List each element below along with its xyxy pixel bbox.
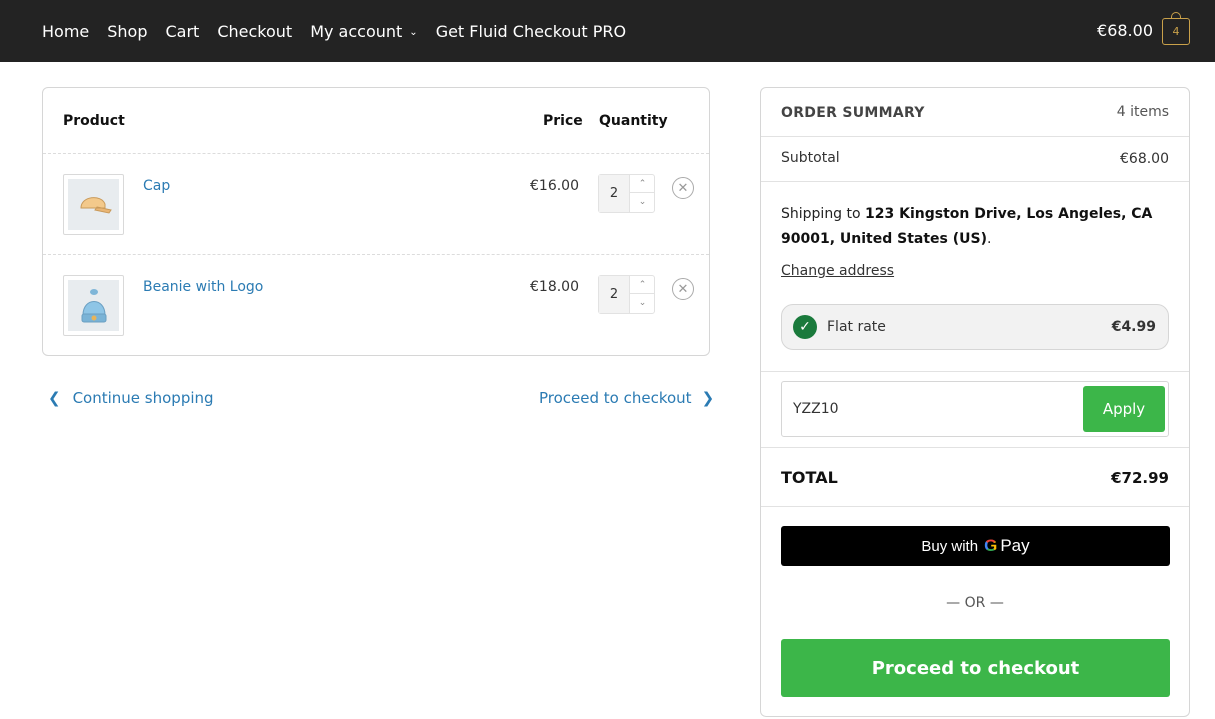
- cap-thumbnail[interactable]: [63, 174, 124, 235]
- google-g-icon: G: [984, 536, 998, 555]
- product-link-cap[interactable]: Cap: [143, 178, 170, 194]
- nav-shop[interactable]: Shop: [107, 22, 147, 41]
- total-value: €72.99: [1111, 469, 1169, 487]
- chevron-right-icon: ❯: [701, 389, 715, 407]
- proceed-link-label: Proceed to checkout: [539, 389, 692, 407]
- change-address-link[interactable]: Change address: [781, 263, 894, 279]
- subtotal-label: Subtotal: [781, 150, 840, 166]
- quantity-stepper-beanie[interactable]: 2 ⌃ ⌄: [598, 275, 655, 314]
- total-label: TOTAL: [781, 468, 838, 487]
- quantity-input-cap[interactable]: 2: [599, 175, 629, 212]
- nav-checkout[interactable]: Checkout: [217, 22, 292, 41]
- cart-bag-handle: [1171, 12, 1181, 19]
- nav-my-account[interactable]: My account ⌄: [310, 22, 418, 41]
- order-summary-title: ORDER SUMMARY: [781, 105, 925, 121]
- row-divider: [43, 254, 709, 255]
- beanie-thumbnail[interactable]: [63, 275, 124, 336]
- cart-bag-icon[interactable]: 4: [1162, 12, 1190, 45]
- nav-fluid-pro[interactable]: Get Fluid Checkout PRO: [436, 22, 626, 41]
- nav-cart[interactable]: Cart: [166, 22, 200, 41]
- gpay-pay-label: Pay: [1000, 536, 1030, 555]
- shipping-rate-value: €4.99: [1112, 319, 1156, 335]
- chevron-left-icon: ❮: [48, 389, 61, 407]
- shipping-rate-option[interactable]: ✓ Flat rate €4.99: [781, 304, 1169, 350]
- product-price-beanie: €18.00: [530, 279, 579, 295]
- quantity-steps: ⌃ ⌄: [629, 276, 655, 313]
- beanie-image: [68, 280, 119, 331]
- quantity-stepper-cap[interactable]: 2 ⌃ ⌄: [598, 174, 655, 213]
- main-nav: Home Shop Cart Checkout My account ⌄ Get …: [42, 0, 644, 62]
- summary-divider: [761, 371, 1189, 372]
- shipping-destination: Shipping to 123 Kingston Drive, Los Ange…: [781, 202, 1176, 252]
- apply-coupon-button[interactable]: Apply: [1083, 386, 1165, 432]
- check-icon: ✓: [793, 315, 817, 339]
- arrow-down-icon[interactable]: ⌄: [630, 294, 655, 312]
- header-product: Product: [63, 113, 125, 129]
- cap-image: [68, 179, 119, 230]
- shipping-rate-label: Flat rate: [827, 319, 886, 335]
- google-pay-button[interactable]: Buy with G Pay: [781, 526, 1170, 566]
- quantity-steps: ⌃ ⌄: [629, 175, 655, 212]
- proceed-to-checkout-button[interactable]: Proceed to checkout: [781, 639, 1170, 697]
- summary-divider: [761, 506, 1189, 507]
- product-link-beanie[interactable]: Beanie with Logo: [143, 279, 263, 295]
- nav-home[interactable]: Home: [42, 22, 89, 41]
- continue-shopping-label: Continue shopping: [72, 389, 214, 407]
- header-cart-total[interactable]: €68.00: [1097, 21, 1153, 40]
- header-price: Price: [543, 113, 583, 129]
- summary-divider: [761, 447, 1189, 448]
- site-header: Home Shop Cart Checkout My account ⌄ Get …: [0, 0, 1215, 62]
- cart-items-table: Product Price Quantity Cap €16.00 2 ⌃ ⌄ …: [42, 87, 710, 356]
- arrow-up-icon[interactable]: ⌃: [630, 175, 655, 193]
- order-summary: ORDER SUMMARY 4 items Subtotal €68.00 Sh…: [760, 87, 1190, 717]
- remove-icon[interactable]: ✕: [672, 278, 694, 300]
- shipping-suffix: .: [986, 231, 992, 247]
- arrow-up-icon[interactable]: ⌃: [630, 276, 655, 294]
- header-quantity: Quantity: [599, 113, 668, 129]
- or-divider: — OR —: [946, 595, 1004, 611]
- row-divider: [43, 153, 709, 154]
- chevron-down-icon: ⌄: [409, 26, 418, 38]
- quantity-input-beanie[interactable]: 2: [599, 276, 629, 313]
- order-items-count: 4 items: [1116, 104, 1169, 120]
- shipping-prefix: Shipping to: [781, 206, 861, 222]
- nav-my-account-label: My account: [310, 21, 403, 41]
- cart-count-badge: 4: [1172, 25, 1180, 38]
- remove-icon[interactable]: ✕: [672, 177, 694, 199]
- summary-divider: [761, 181, 1189, 182]
- subtotal-value: €68.00: [1120, 151, 1169, 167]
- summary-divider: [761, 136, 1189, 137]
- arrow-down-icon[interactable]: ⌄: [630, 193, 655, 211]
- proceed-to-checkout-link[interactable]: Proceed to checkout ❯: [539, 389, 714, 407]
- coupon-field: Apply: [781, 381, 1169, 437]
- coupon-input[interactable]: [783, 383, 1073, 435]
- gpay-prefix: Buy with: [921, 537, 979, 555]
- product-price-cap: €16.00: [530, 178, 579, 194]
- shipping-rate-amount: €4.99: [1111, 319, 1156, 335]
- continue-shopping-link[interactable]: ❮ Continue shopping: [48, 389, 214, 407]
